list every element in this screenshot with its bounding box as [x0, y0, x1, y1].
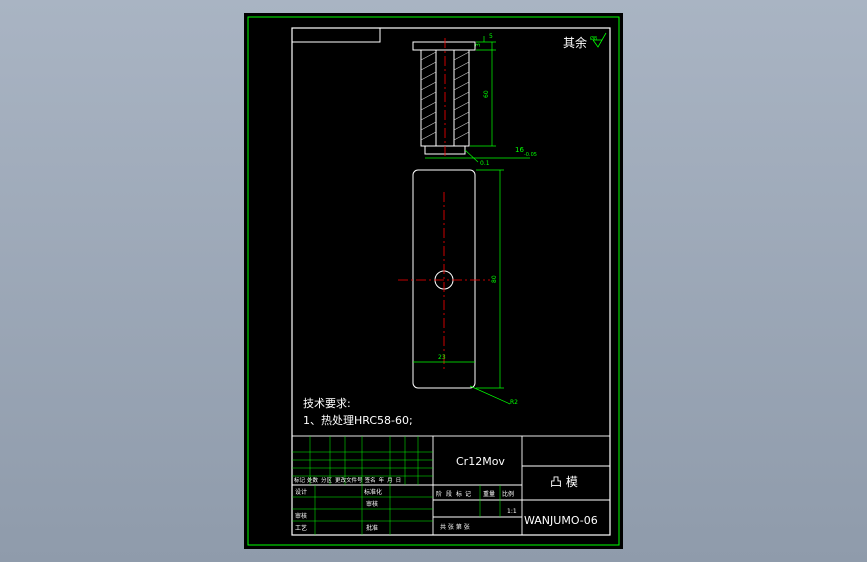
dim-shank-tol: -0.05 [524, 152, 537, 158]
dim-width: 23 [438, 354, 446, 361]
material: Cr12Mov [456, 455, 505, 468]
dim-chamfer: 0.1 [480, 160, 490, 167]
tech-req-item-1: 1、热处理HRC58-60; [303, 414, 413, 427]
dim-flange-h2: 5 [489, 33, 493, 40]
cad-drawing-viewport[interactable]: 其余 Ø8 3 5 60 16 -0.05 0.1 80 23 R2 技术要求:… [0, 0, 867, 562]
drawing-number: WANJUMO-06 [524, 514, 598, 527]
tb-standard: 标准化 [364, 488, 382, 496]
tb-sheets: 共 张 第 张 [440, 523, 470, 531]
tb-approve: 批准 [366, 524, 378, 532]
dim-length: 80 [491, 275, 498, 283]
part-name: 凸 模 [550, 475, 578, 489]
tb-check: 审核 [366, 500, 378, 508]
tb-ratio: 比例 [502, 490, 514, 498]
dim-radius: R2 [510, 399, 518, 406]
tb-process: 工艺 [295, 524, 307, 532]
tb-review: 审核 [295, 512, 307, 520]
dim-flange-h1: 3 [475, 43, 482, 47]
tech-req-title: 技术要求: [303, 397, 351, 410]
tb-design: 设计 [295, 488, 307, 496]
roughness-note: 其余 [563, 35, 587, 50]
tb-scale: 1:1 [507, 508, 517, 515]
tb-weight: 重量 [483, 490, 495, 498]
dim-height: 60 [483, 90, 490, 98]
